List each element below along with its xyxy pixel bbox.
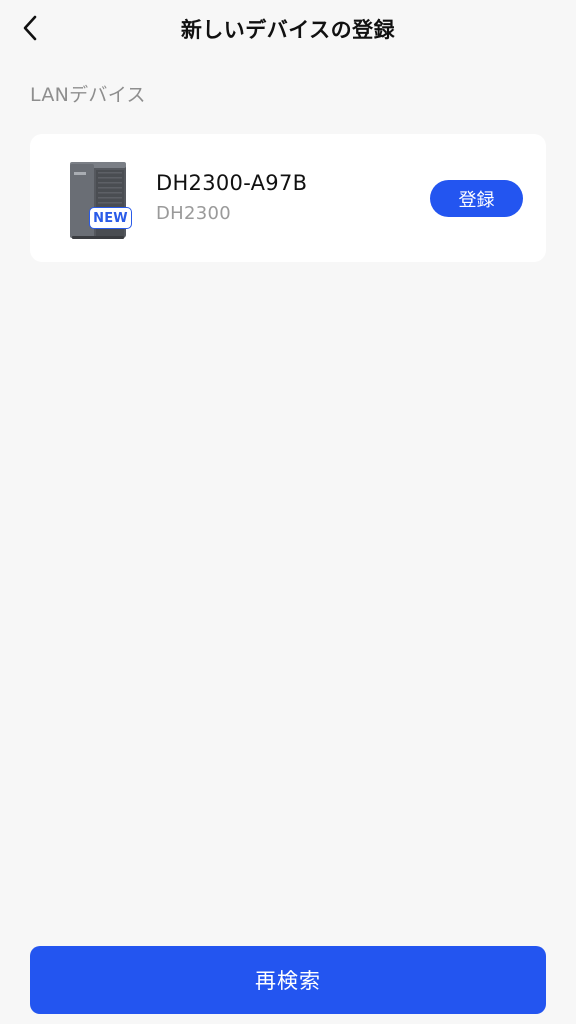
device-name: DH2300-A97B <box>156 171 308 195</box>
header: 新しいデバイスの登録 <box>0 0 576 56</box>
device-model: DH2300 <box>156 203 232 224</box>
rescan-button[interactable]: 再検索 <box>30 946 546 1014</box>
device-card: NEW DH2300-A97B DH2300 登録 <box>30 134 546 262</box>
register-button[interactable]: 登録 <box>430 180 523 217</box>
page-title: 新しいデバイスの登録 <box>180 18 396 42</box>
new-badge: NEW <box>89 207 132 229</box>
section-label-lan-devices: LANデバイス <box>30 84 146 106</box>
